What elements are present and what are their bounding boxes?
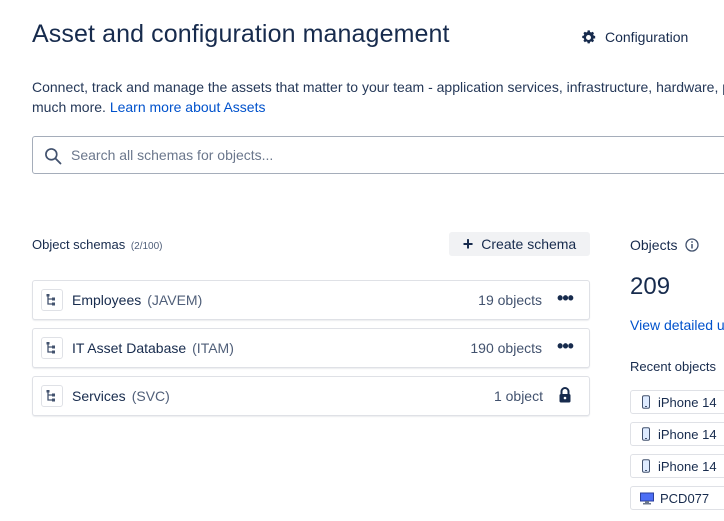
configuration-label: Configuration [605, 29, 689, 45]
recent-objects-heading: Recent objects [630, 359, 716, 374]
objects-total-count: 209 [630, 273, 671, 300]
search-input[interactable] [69, 146, 673, 164]
schema-row-it-asset-database[interactable]: IT Asset Database (ITAM) 190 objects ••• [32, 328, 590, 368]
object-schemas-title: Object schemas [32, 237, 126, 252]
schema-tree-icon [41, 385, 63, 407]
schema-row-services[interactable]: Services (SVC) 1 object [32, 376, 590, 416]
configuration-button[interactable]: Configuration [580, 24, 688, 50]
schema-name: Employees [72, 292, 142, 308]
learn-more-link[interactable]: Learn more about Assets [110, 99, 266, 115]
recent-object-label: PCD077 [660, 490, 710, 506]
plus-icon: + [462, 234, 474, 254]
schema-tree-icon [41, 337, 63, 359]
object-schemas-heading: Object schemas (2/100) [32, 237, 163, 252]
phone-icon [642, 427, 650, 441]
create-schema-label: Create schema [481, 236, 577, 252]
phone-icon [642, 395, 650, 409]
desktop-icon [640, 492, 654, 505]
schema-key: (JAVEM) [147, 292, 203, 308]
create-schema-button[interactable]: + Create schema [449, 232, 590, 256]
schema-key: (SVC) [131, 388, 170, 404]
page-title: Asset and configuration management [32, 20, 450, 48]
schema-object-count: 19 objects [478, 292, 542, 308]
page-description: Connect, track and manage the assets tha… [32, 77, 724, 117]
objects-title: Objects [630, 237, 678, 253]
recent-object-item[interactable]: PCD077 [630, 486, 724, 510]
info-icon[interactable] [685, 238, 700, 252]
view-detailed-link[interactable]: View detailed u [630, 317, 724, 333]
description-line-1: Connect, track and manage the assets tha… [32, 79, 724, 95]
recent-object-label: iPhone 14 [658, 458, 717, 474]
phone-icon [642, 459, 650, 473]
search-box[interactable] [32, 136, 724, 174]
objects-heading: Objects [630, 237, 700, 253]
search-icon [45, 148, 62, 165]
recent-object-item[interactable]: iPhone 14 [630, 454, 724, 478]
schema-name: Services [72, 388, 126, 404]
recent-object-label: iPhone 14 [658, 426, 717, 442]
recent-object-label: iPhone 14 [658, 394, 717, 410]
schema-name: IT Asset Database [72, 340, 187, 356]
recent-object-item[interactable]: iPhone 14 [630, 422, 724, 446]
schema-key: (ITAM) [192, 340, 234, 356]
recent-object-item[interactable]: iPhone 14 [630, 390, 724, 414]
object-schemas-count: (2/100) [130, 241, 163, 252]
more-actions-button[interactable]: ••• [554, 289, 576, 310]
schema-tree-icon [41, 289, 63, 311]
lock-icon [559, 387, 571, 403]
more-actions-button[interactable]: ••• [554, 337, 576, 358]
description-line-2: much more. [32, 99, 106, 115]
schema-object-count: 190 objects [470, 340, 542, 356]
schema-object-count: 1 object [493, 388, 543, 404]
gear-icon [582, 29, 596, 43]
schema-row-employees[interactable]: Employees (JAVEM) 19 objects ••• [32, 280, 590, 320]
